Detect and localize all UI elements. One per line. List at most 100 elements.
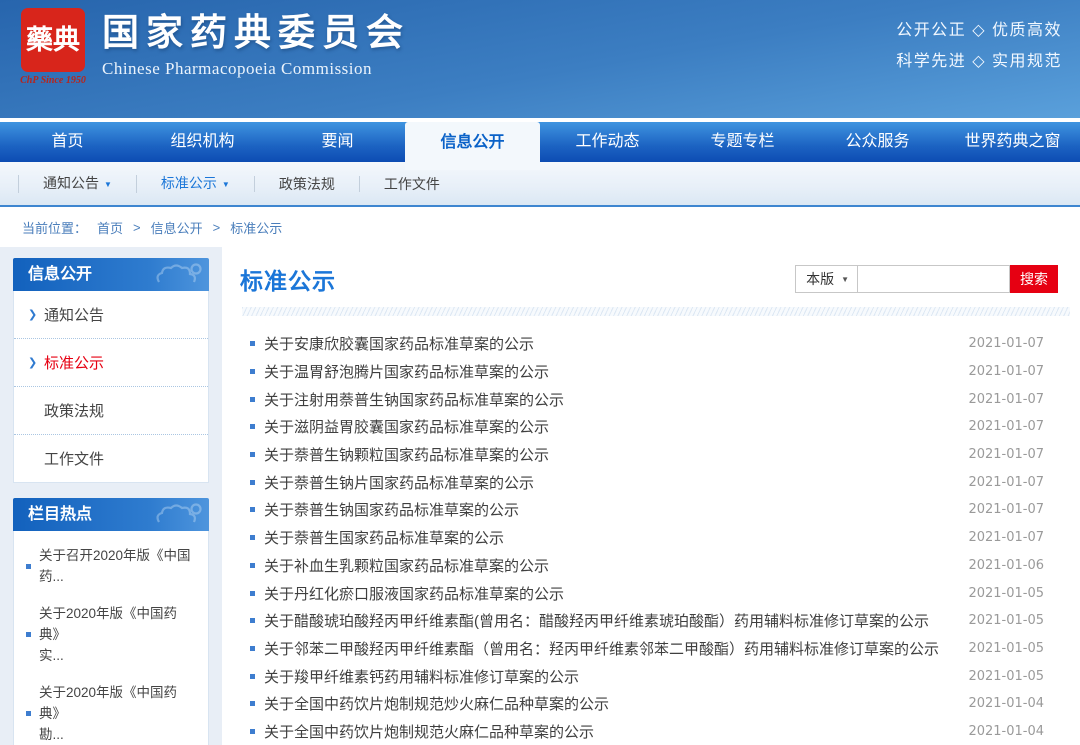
breadcrumb-link[interactable]: 首页 [97, 218, 123, 237]
bullet-icon [250, 674, 255, 679]
site-title-cn: 国家药典委员会 [102, 13, 410, 56]
news-item: 关于醋酸琥珀酸羟丙甲纤维素酯(曾用名：醋酸羟丙甲纤维素琥珀酸酯）药用辅料标准修订… [240, 607, 1080, 635]
sidebar-item-label: 政策法规 [44, 400, 104, 421]
news-date: 2021-01-06 [968, 558, 1080, 573]
hot-item-label: 关于2020年版《中国药典》实... [39, 603, 204, 666]
bullet-icon [26, 711, 31, 716]
header-slogans: 公开公正 ◇ 优质高效 科学先进 ◇ 实用规范 [896, 15, 1062, 77]
news-title-link[interactable]: 关于邻苯二甲酸羟丙甲纤维素酯（曾用名：羟丙甲纤维素邻苯二甲酸酯）药用辅料标准修订… [264, 638, 939, 659]
hot-item-label: 关于2020年版《中国药典》勘... [39, 682, 204, 745]
seal-logo-icon: 藥典 [21, 8, 85, 72]
hot-list-item[interactable]: 关于2020年版《中国药典》实... [14, 595, 208, 674]
bullet-icon [250, 424, 255, 429]
news-date: 2021-01-07 [968, 502, 1080, 517]
news-item: 关于丹红化瘀口服液国家药品标准草案的公示 2021-01-05 [240, 579, 1080, 607]
hot-list-item[interactable]: 关于召开2020年版《中国药... [14, 537, 208, 595]
chevron-down-icon: ▼ [841, 275, 849, 284]
site-title-block: 国家药典委员会 Chinese Pharmacopoeia Commission [102, 13, 410, 79]
news-title-link[interactable]: 关于注射用萘普生钠国家药品标准草案的公示 [264, 389, 564, 410]
news-item: 关于萘普生钠颗粒国家药品标准草案的公示 2021-01-07 [240, 441, 1080, 469]
news-item: 关于安康欣胶囊国家药品标准草案的公示 2021-01-07 [240, 330, 1080, 358]
news-title-link[interactable]: 关于萘普生钠片国家药品标准草案的公示 [264, 472, 534, 493]
news-date: 2021-01-05 [968, 669, 1080, 684]
news-list: 关于安康欣胶囊国家药品标准草案的公示 2021-01-07 关于温胃舒泡腾片国家药品… [240, 330, 1080, 745]
breadcrumb-link[interactable]: 信息公开 [151, 218, 203, 237]
news-title-link[interactable]: 关于全国中药饮片炮制规范炒火麻仁品种草案的公示 [264, 693, 609, 714]
news-date: 2021-01-07 [968, 530, 1080, 545]
seal-logo[interactable]: 藥典 ChP Since 1950 [13, 8, 93, 86]
sidebar-item[interactable]: ❯标准公示 [14, 339, 208, 387]
subnav-item-label: 标准公示 [161, 175, 217, 191]
sidebar-item[interactable]: 工作文件 [14, 435, 208, 482]
news-date: 2021-01-04 [968, 724, 1080, 739]
search-button[interactable]: 搜索 [1010, 265, 1058, 293]
news-item: 关于萘普生钠国家药品标准草案的公示 2021-01-07 [240, 496, 1080, 524]
news-item: 关于全国中药饮片炮制规范火麻仁品种草案的公示 2021-01-04 [240, 718, 1080, 745]
bullet-icon [250, 480, 255, 485]
news-item: 关于全国中药饮片炮制规范炒火麻仁品种草案的公示2021-01-04 [240, 690, 1080, 718]
nav-item[interactable]: 组织机构 [135, 122, 270, 162]
subnav-item[interactable]: 标准公示▼ [136, 175, 254, 193]
news-title-link[interactable]: 关于萘普生钠颗粒国家药品标准草案的公示 [264, 444, 549, 465]
seal-tagline: ChP Since 1950 [13, 75, 93, 86]
sidebar-item[interactable]: 政策法规 [14, 387, 208, 435]
news-date: 2021-01-05 [968, 586, 1080, 601]
nav-item[interactable]: 要闻 [270, 122, 405, 162]
news-item: 关于萘普生国家药品标准草案的公示 2021-01-07 [240, 524, 1080, 552]
bullet-icon [250, 563, 255, 568]
hot-list-item[interactable]: 关于2020年版《中国药典》勘... [14, 674, 208, 745]
news-date: 2021-01-07 [968, 392, 1080, 407]
news-title-link[interactable]: 关于全国中药饮片炮制规范火麻仁品种草案的公示 [264, 721, 594, 742]
breadcrumb-link[interactable]: 标准公示 [230, 218, 282, 237]
search-area: 本版 ▼ 搜索 [795, 265, 1058, 293]
subnav-item-label: 政策法规 [279, 176, 335, 192]
news-title-link[interactable]: 关于羧甲纤维素钙药用辅料标准修订草案的公示 [264, 666, 579, 687]
bullet-icon [250, 341, 255, 346]
news-title-link[interactable]: 关于安康欣胶囊国家药品标准草案的公示 [264, 333, 534, 354]
sidebar-item[interactable]: ❯通知公告 [14, 291, 208, 339]
subnav-item[interactable]: 工作文件 [359, 176, 464, 192]
slogan-line-1: 公开公正 ◇ 优质高效 [896, 15, 1062, 46]
news-title-link[interactable]: 关于萘普生钠国家药品标准草案的公示 [264, 499, 519, 520]
cloud-decoration-icon [153, 501, 205, 528]
page: 藥典 ChP Since 1950 国家药典委员会 Chinese Pharma… [0, 0, 1080, 745]
news-date: 2021-01-07 [968, 475, 1080, 490]
bullet-icon [250, 701, 255, 706]
breadcrumb: 当前位置： 首页>信息公开>标准公示 [0, 207, 1080, 247]
nav-item[interactable]: 首页 [0, 122, 135, 162]
site-title-en: Chinese Pharmacopoeia Commission [102, 59, 410, 79]
bullet-icon [250, 369, 255, 374]
nav-item[interactable]: 公众服务 [810, 122, 945, 162]
subnav-item[interactable]: 通知公告▼ [18, 175, 136, 193]
nav-item[interactable]: 信息公开 [405, 122, 540, 170]
bullet-icon [250, 397, 255, 402]
sub-nav: 通知公告▼标准公示▼ 政策法规 工作文件 [0, 162, 1080, 207]
news-date: 2021-01-07 [968, 336, 1080, 351]
subnav-item-label: 工作文件 [384, 176, 440, 192]
subnav-item-label: 通知公告 [43, 175, 99, 191]
news-item: 关于补血生乳颗粒国家药品标准草案的公示 2021-01-06 [240, 552, 1080, 580]
news-title-link[interactable]: 关于萘普生国家药品标准草案的公示 [264, 527, 504, 548]
nav-item[interactable]: 世界药典之窗 [945, 122, 1080, 162]
subnav-item[interactable]: 政策法规 [254, 176, 359, 192]
info-box: 信息公开 ❯通知公告❯标准公示政策法规工作文件 [13, 258, 209, 483]
main-nav: 首页组织机构要闻信息公开工作动态专题专栏公众服务世界药典之窗 [0, 122, 1080, 162]
search-scope-label: 本版 [806, 269, 834, 289]
news-item: 关于羧甲纤维素钙药用辅料标准修订草案的公示 2021-01-05 [240, 662, 1080, 690]
bullet-icon [250, 507, 255, 512]
hot-item-label: 关于召开2020年版《中国药... [39, 545, 204, 587]
hot-box: 栏目热点 关于召开2020年版《中国药...关于2020年版《中国药典》实...… [13, 498, 209, 745]
news-date: 2021-01-05 [968, 641, 1080, 656]
news-title-link[interactable]: 关于补血生乳颗粒国家药品标准草案的公示 [264, 555, 549, 576]
news-title-link[interactable]: 关于丹红化瘀口服液国家药品标准草案的公示 [264, 583, 564, 604]
search-scope-select[interactable]: 本版 ▼ [795, 265, 858, 293]
nav-item[interactable]: 工作动态 [540, 122, 675, 162]
news-title-link[interactable]: 关于滋阴益胃胶囊国家药品标准草案的公示 [264, 416, 549, 437]
news-title-link[interactable]: 关于醋酸琥珀酸羟丙甲纤维素酯(曾用名：醋酸羟丙甲纤维素琥珀酸酯）药用辅料标准修订… [264, 610, 929, 631]
news-title-link[interactable]: 关于温胃舒泡腾片国家药品标准草案的公示 [264, 361, 549, 382]
page-title: 标准公示 [240, 262, 336, 296]
news-date: 2021-01-07 [968, 447, 1080, 462]
nav-item[interactable]: 专题专栏 [675, 122, 810, 162]
search-input[interactable] [858, 265, 1010, 293]
arrow-right-icon: ❯ [28, 356, 44, 369]
